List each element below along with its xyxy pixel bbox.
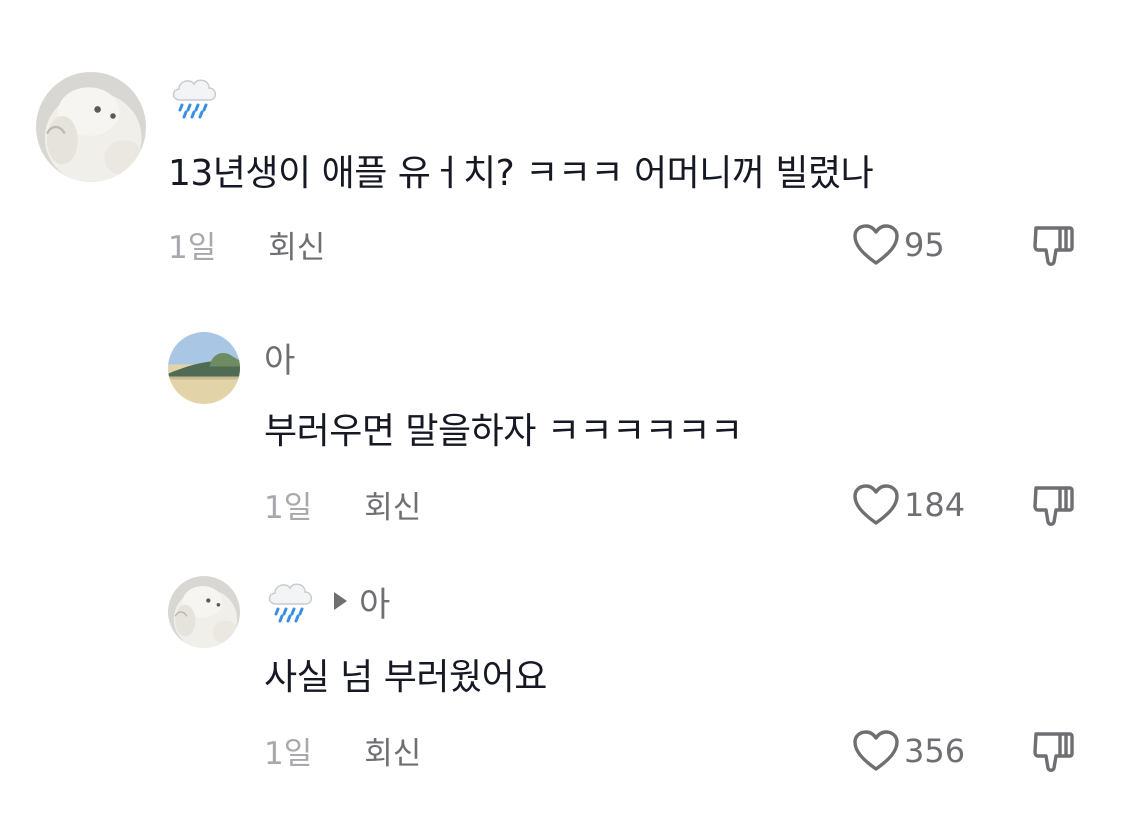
comment-meta: 1일 회신 [264, 482, 421, 526]
reply-to-username[interactable]: 아 [359, 577, 390, 626]
heart-icon [852, 729, 900, 773]
reply-button[interactable]: 회신 [364, 482, 421, 527]
comment-time: 1일 [168, 229, 217, 266]
comment-meta: 1일 회신 [264, 728, 421, 772]
like-count: 184 [904, 486, 966, 524]
reply-item: 아 사실 넘 부러웠어요 1일 회신 356 [0, 560, 1125, 821]
username[interactable]: 아 [264, 576, 390, 626]
avatar[interactable] [168, 576, 240, 648]
heart-icon [852, 483, 900, 527]
like-button[interactable]: 95 [852, 222, 945, 268]
username[interactable] [168, 72, 220, 122]
comment-text: 사실 넘 부러웠어요 [264, 657, 547, 698]
comment-time: 1일 [264, 489, 313, 526]
comment-meta: 1일 회신 [168, 222, 325, 266]
avatar[interactable] [168, 332, 240, 404]
avatar[interactable] [36, 72, 146, 182]
rain-cloud-icon [168, 74, 220, 120]
dislike-icon[interactable] [1030, 728, 1076, 774]
like-count: 356 [904, 732, 966, 770]
reply-to-arrow-icon [334, 592, 347, 610]
comment-item: 13년생이 애플 유ㅓ치? ㅋㅋㅋ 어머니꺼 빌렸나 1일 회신 95 [0, 0, 1125, 300]
dislike-icon[interactable] [1030, 482, 1076, 528]
comment-text: 부러우면 말을하자 ㅋㅋㅋㅋㅋㅋ [264, 411, 743, 452]
like-count: 95 [904, 226, 945, 264]
comment-time: 1일 [264, 735, 313, 772]
username[interactable]: 아 [264, 332, 295, 382]
username-text: 아 [264, 340, 296, 381]
rain-cloud-icon [264, 578, 316, 624]
heart-icon [852, 223, 900, 267]
like-button[interactable]: 184 [852, 482, 965, 528]
comment-text: 13년생이 애플 유ㅓ치? ㅋㅋㅋ 어머니꺼 빌렸나 [168, 153, 874, 194]
dislike-icon[interactable] [1030, 222, 1076, 268]
reply-button[interactable]: 회신 [268, 222, 325, 267]
reply-button[interactable]: 회신 [364, 728, 421, 773]
reply-item: 아 부러우면 말을하자 ㅋㅋㅋㅋㅋㅋ 1일 회신 184 [0, 300, 1125, 560]
like-button[interactable]: 356 [852, 728, 965, 774]
